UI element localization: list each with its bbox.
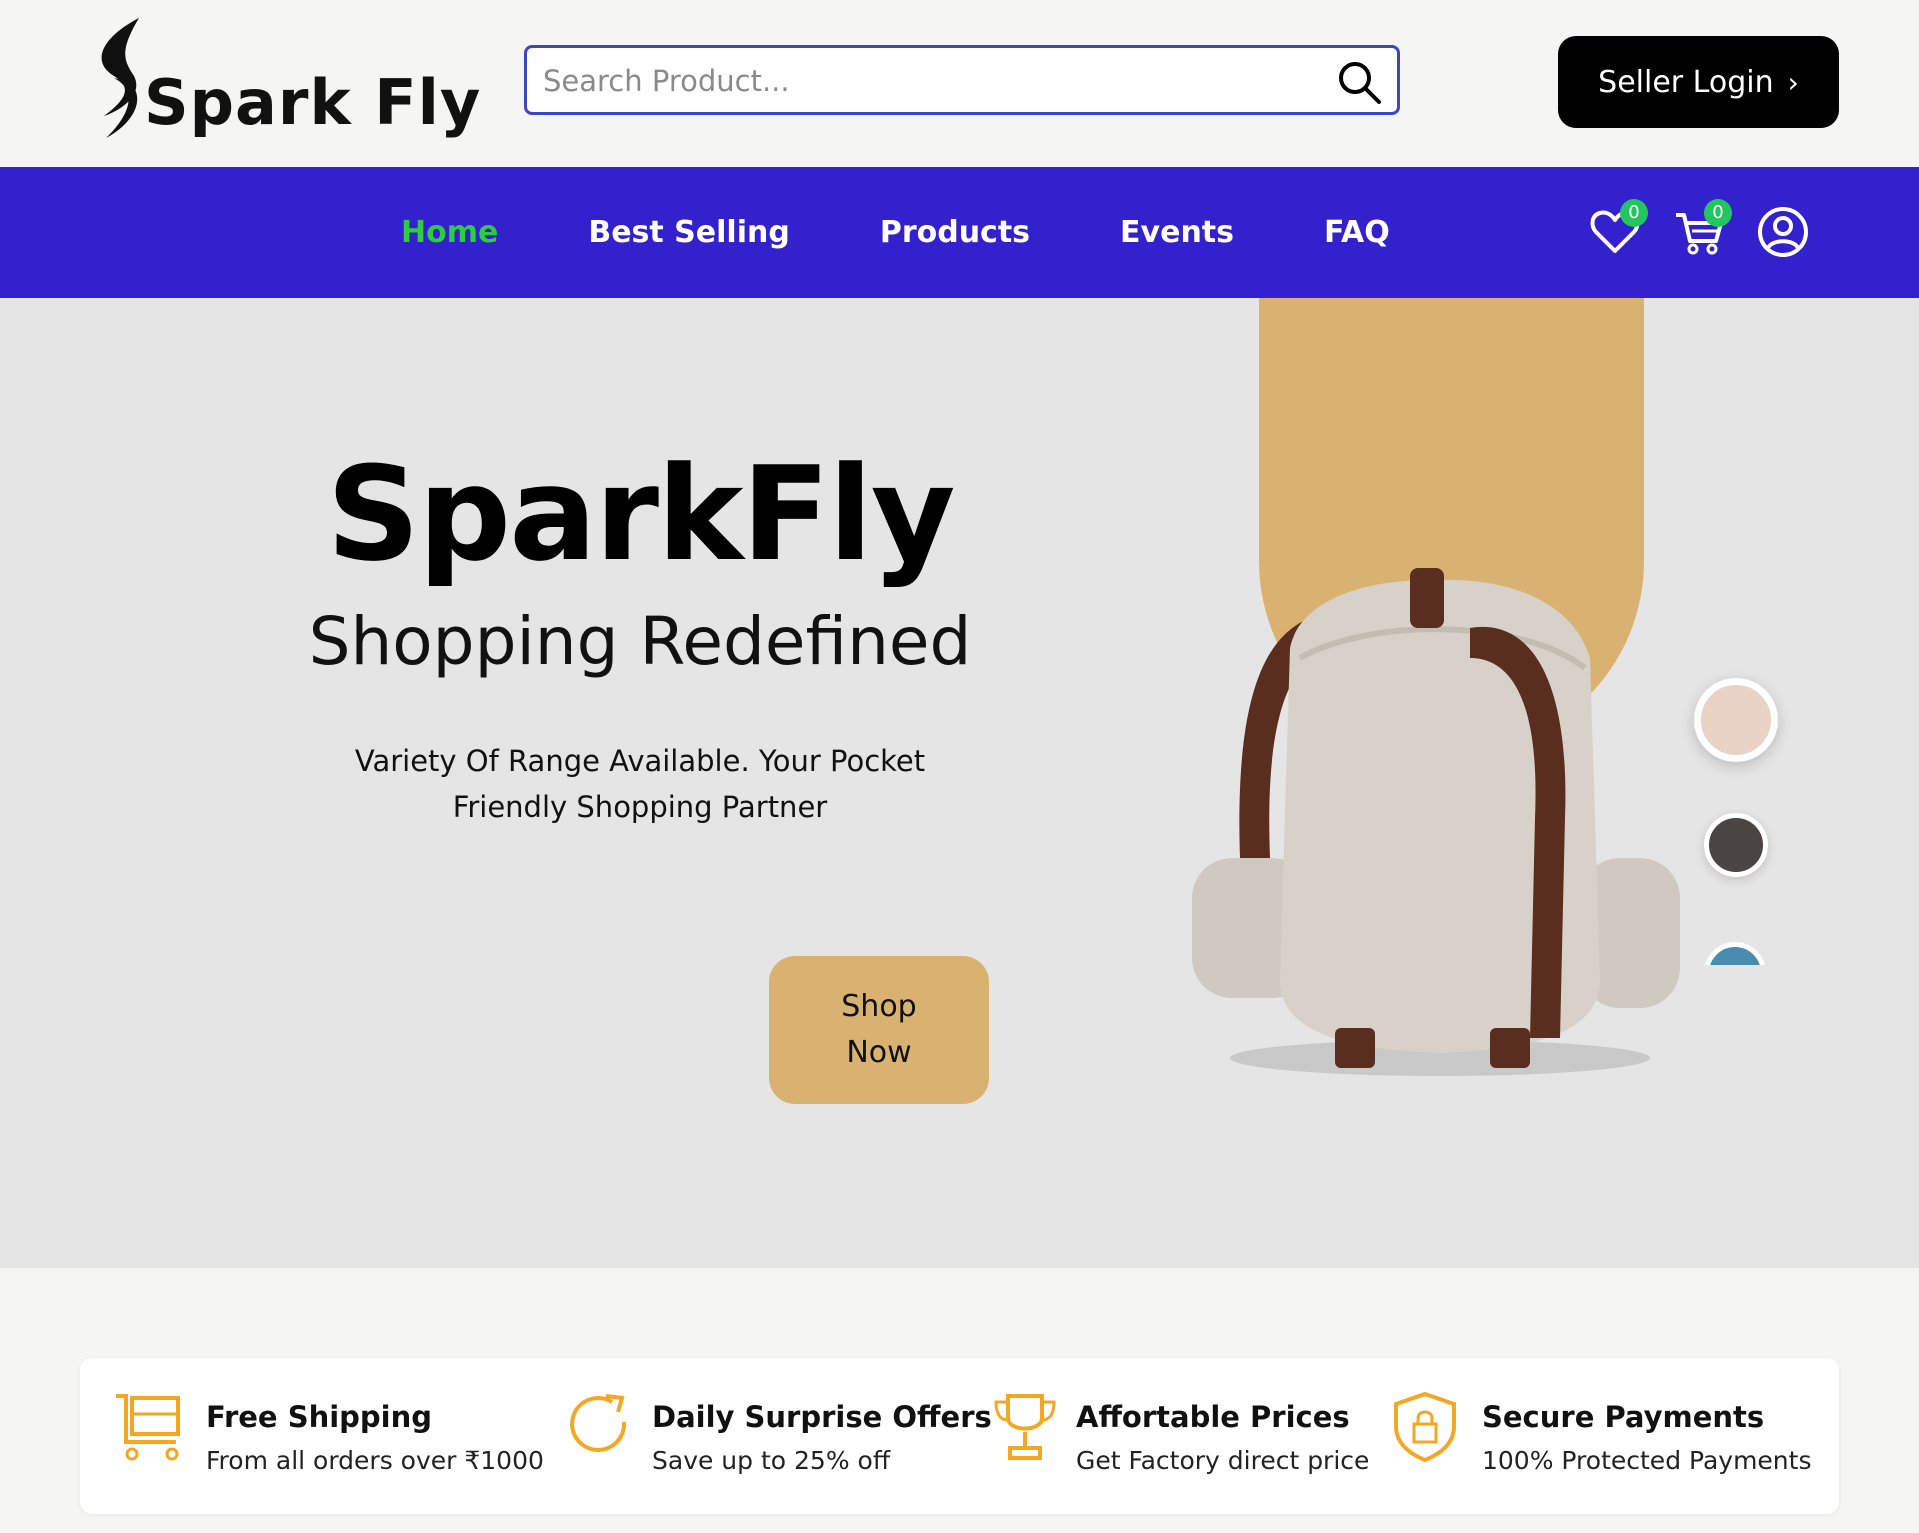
hero-title: SparkFly [326, 438, 955, 590]
logo-text: Spark Fly [144, 66, 482, 139]
trophy-icon [994, 1394, 1056, 1460]
color-swatch-dark-brown[interactable] [1704, 813, 1768, 877]
nav-link-events[interactable]: Events [1120, 215, 1234, 250]
nav-link-products[interactable]: Products [880, 215, 1030, 250]
feature-subtitle: Save up to 25% off [652, 1446, 891, 1475]
search-icon[interactable] [1335, 58, 1383, 106]
backpack-image [1192, 568, 1680, 1076]
feature-title: Free Shipping [206, 1400, 433, 1434]
shop-now-button[interactable]: Shop Now [769, 956, 989, 1104]
feature-subtitle: From all orders over ₹1000 [206, 1446, 544, 1475]
seller-login-label: Seller Login [1598, 64, 1774, 100]
user-icon [1758, 207, 1808, 257]
nav-link-best-selling[interactable]: Best Selling [588, 215, 790, 250]
hero-description: Variety Of Range Available. Your Pocket … [354, 744, 926, 824]
nav-link-faq[interactable]: FAQ [1324, 215, 1390, 250]
nav-link-home[interactable]: Home [401, 215, 498, 250]
wishlist-count-badge: 0 [1620, 199, 1648, 227]
logo[interactable]: Spark Fly [84, 16, 480, 146]
search-bar [524, 45, 1400, 115]
nav-links: Home Best Selling Products Events FAQ [401, 167, 1480, 298]
main-nav: Home Best Selling Products Events FAQ 0 … [0, 167, 1919, 298]
color-swatch-blue[interactable] [1704, 942, 1766, 965]
refresh-icon [570, 1394, 627, 1452]
cart-count-badge: 0 [1704, 199, 1732, 227]
color-swatch-blue-clip [1690, 938, 1780, 965]
cart-icon [116, 1394, 180, 1461]
cart-button[interactable]: 0 [1672, 199, 1732, 259]
site-header: Spark Fly Seller Login › [0, 0, 1919, 167]
shield-lock-icon [1394, 1392, 1456, 1462]
wishlist-button[interactable]: 0 [1588, 199, 1648, 259]
feature-title: Daily Surprise Offers [652, 1400, 992, 1434]
feature-subtitle: Get Factory direct price [1076, 1446, 1370, 1475]
color-swatch-beige[interactable] [1694, 678, 1778, 762]
feature-title: Secure Payments [1482, 1400, 1765, 1434]
seller-login-button[interactable]: Seller Login › [1558, 36, 1839, 128]
hero-subtitle: Shopping Redefined [308, 603, 972, 680]
feature-subtitle: 100% Protected Payments [1482, 1446, 1812, 1475]
hero-banner: SparkFly Shopping Redefined Variety Of R… [0, 298, 1919, 1268]
account-button[interactable] [1756, 205, 1810, 259]
features-strip: Free Shipping From all orders over ₹1000… [80, 1358, 1839, 1514]
search-input[interactable] [541, 48, 1325, 114]
chevron-right-icon: › [1787, 65, 1799, 99]
feature-title: Affortable Prices [1076, 1400, 1350, 1434]
